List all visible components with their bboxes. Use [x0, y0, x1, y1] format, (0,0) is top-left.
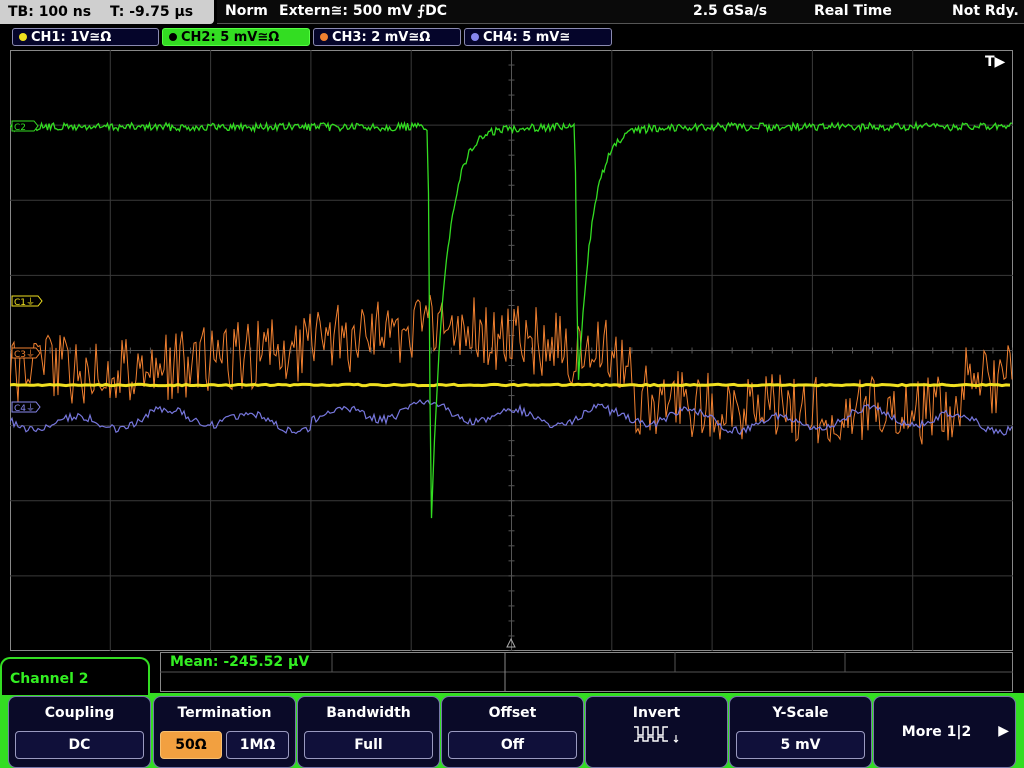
ch3-ground-marker[interactable]: C3⏚: [11, 347, 41, 360]
coupling-button[interactable]: Coupling DC: [8, 696, 151, 768]
channel-tab-ch3[interactable]: CH3: 2 mV≅Ω: [313, 28, 461, 46]
svg-text:C4⏚: C4⏚: [14, 403, 35, 414]
termination-button[interactable]: Termination 50Ω 1MΩ: [153, 696, 296, 768]
mean-measurement[interactable]: Mean: -245.52 µV: [170, 654, 309, 670]
ch1-ground-marker[interactable]: C1⏚: [11, 295, 43, 308]
timebase-readout: TB: 100 ns: [8, 4, 92, 20]
bandwidth-button[interactable]: Bandwidth Full: [297, 696, 440, 768]
ch4-ground-marker[interactable]: C4⏚: [11, 401, 41, 414]
termination-title: Termination: [177, 705, 272, 721]
status-bar: Norm Extern≅: 500 mV ⨍DC 2.5 GSa/s Real …: [217, 0, 1024, 24]
coupling-title: Coupling: [44, 705, 115, 721]
channel-tab-ch4[interactable]: CH4: 5 mV≅: [464, 28, 612, 46]
run-status: Not Rdy.: [952, 3, 1019, 19]
ch4-label: CH4: 5 mV≅: [483, 30, 571, 45]
bandwidth-value[interactable]: Full: [304, 731, 433, 759]
y-scale-value[interactable]: 5 mV: [736, 731, 865, 759]
trigger-position-marker: T▶: [985, 54, 1006, 70]
sample-rate: 2.5 GSa/s: [693, 3, 768, 19]
invert-button[interactable]: Invert: [585, 696, 728, 768]
more-button[interactable]: More 1|2 ▶: [873, 696, 1016, 768]
more-label: More 1|2: [901, 724, 972, 740]
trigger-time-readout: T: -9.75 µs: [109, 4, 194, 20]
svg-text:C2: C2: [14, 123, 26, 133]
acquisition-mode: Real Time: [814, 3, 892, 19]
svg-text:C1⏚: C1⏚: [14, 297, 35, 308]
ch3-label: CH3: 2 mV≅Ω: [332, 30, 431, 45]
timebase-panel[interactable]: TB: 100 ns T: -9.75 µs: [0, 0, 214, 24]
bandwidth-title: Bandwidth: [326, 705, 411, 721]
offset-button[interactable]: Offset Off: [441, 696, 584, 768]
y-scale-title: Y-Scale: [772, 705, 829, 721]
coupling-value[interactable]: DC: [15, 731, 144, 759]
trigger-source[interactable]: Extern≅: 500 mV ⨍DC: [279, 0, 447, 23]
ch2-ground-marker[interactable]: C2: [11, 120, 39, 133]
offset-title: Offset: [488, 705, 537, 721]
next-page-arrow-icon: ▶: [998, 723, 1009, 739]
termination-1m-ohm[interactable]: 1MΩ: [226, 731, 289, 759]
ch2-label: CH2: 5 mV≅Ω: [181, 30, 280, 45]
offset-value[interactable]: Off: [448, 731, 577, 759]
channel-tab-ch1[interactable]: CH1: 1V≅Ω: [12, 28, 159, 46]
termination-50-ohm[interactable]: 50Ω: [160, 731, 222, 759]
invert-title: Invert: [632, 705, 681, 721]
ch1-trace: [10, 382, 1011, 388]
menu-title: Channel 2: [0, 657, 150, 695]
trigger-mode[interactable]: Norm: [225, 0, 268, 23]
ch2-dot-icon: [169, 33, 177, 41]
ch1-dot-icon: [19, 33, 27, 41]
svg-text:C3⏚: C3⏚: [14, 349, 35, 360]
channel-tab-ch2[interactable]: CH2: 5 mV≅Ω: [162, 28, 310, 46]
ch3-dot-icon: [320, 33, 328, 41]
y-scale-button[interactable]: Y-Scale 5 mV: [729, 696, 872, 768]
ch1-label: CH1: 1V≅Ω: [31, 30, 112, 45]
ch4-dot-icon: [471, 33, 479, 41]
invert-waveform-icon: [633, 726, 678, 743]
waveform-display[interactable]: T▶ C1⏚ C3⏚ C4⏚ C2: [10, 50, 1013, 651]
